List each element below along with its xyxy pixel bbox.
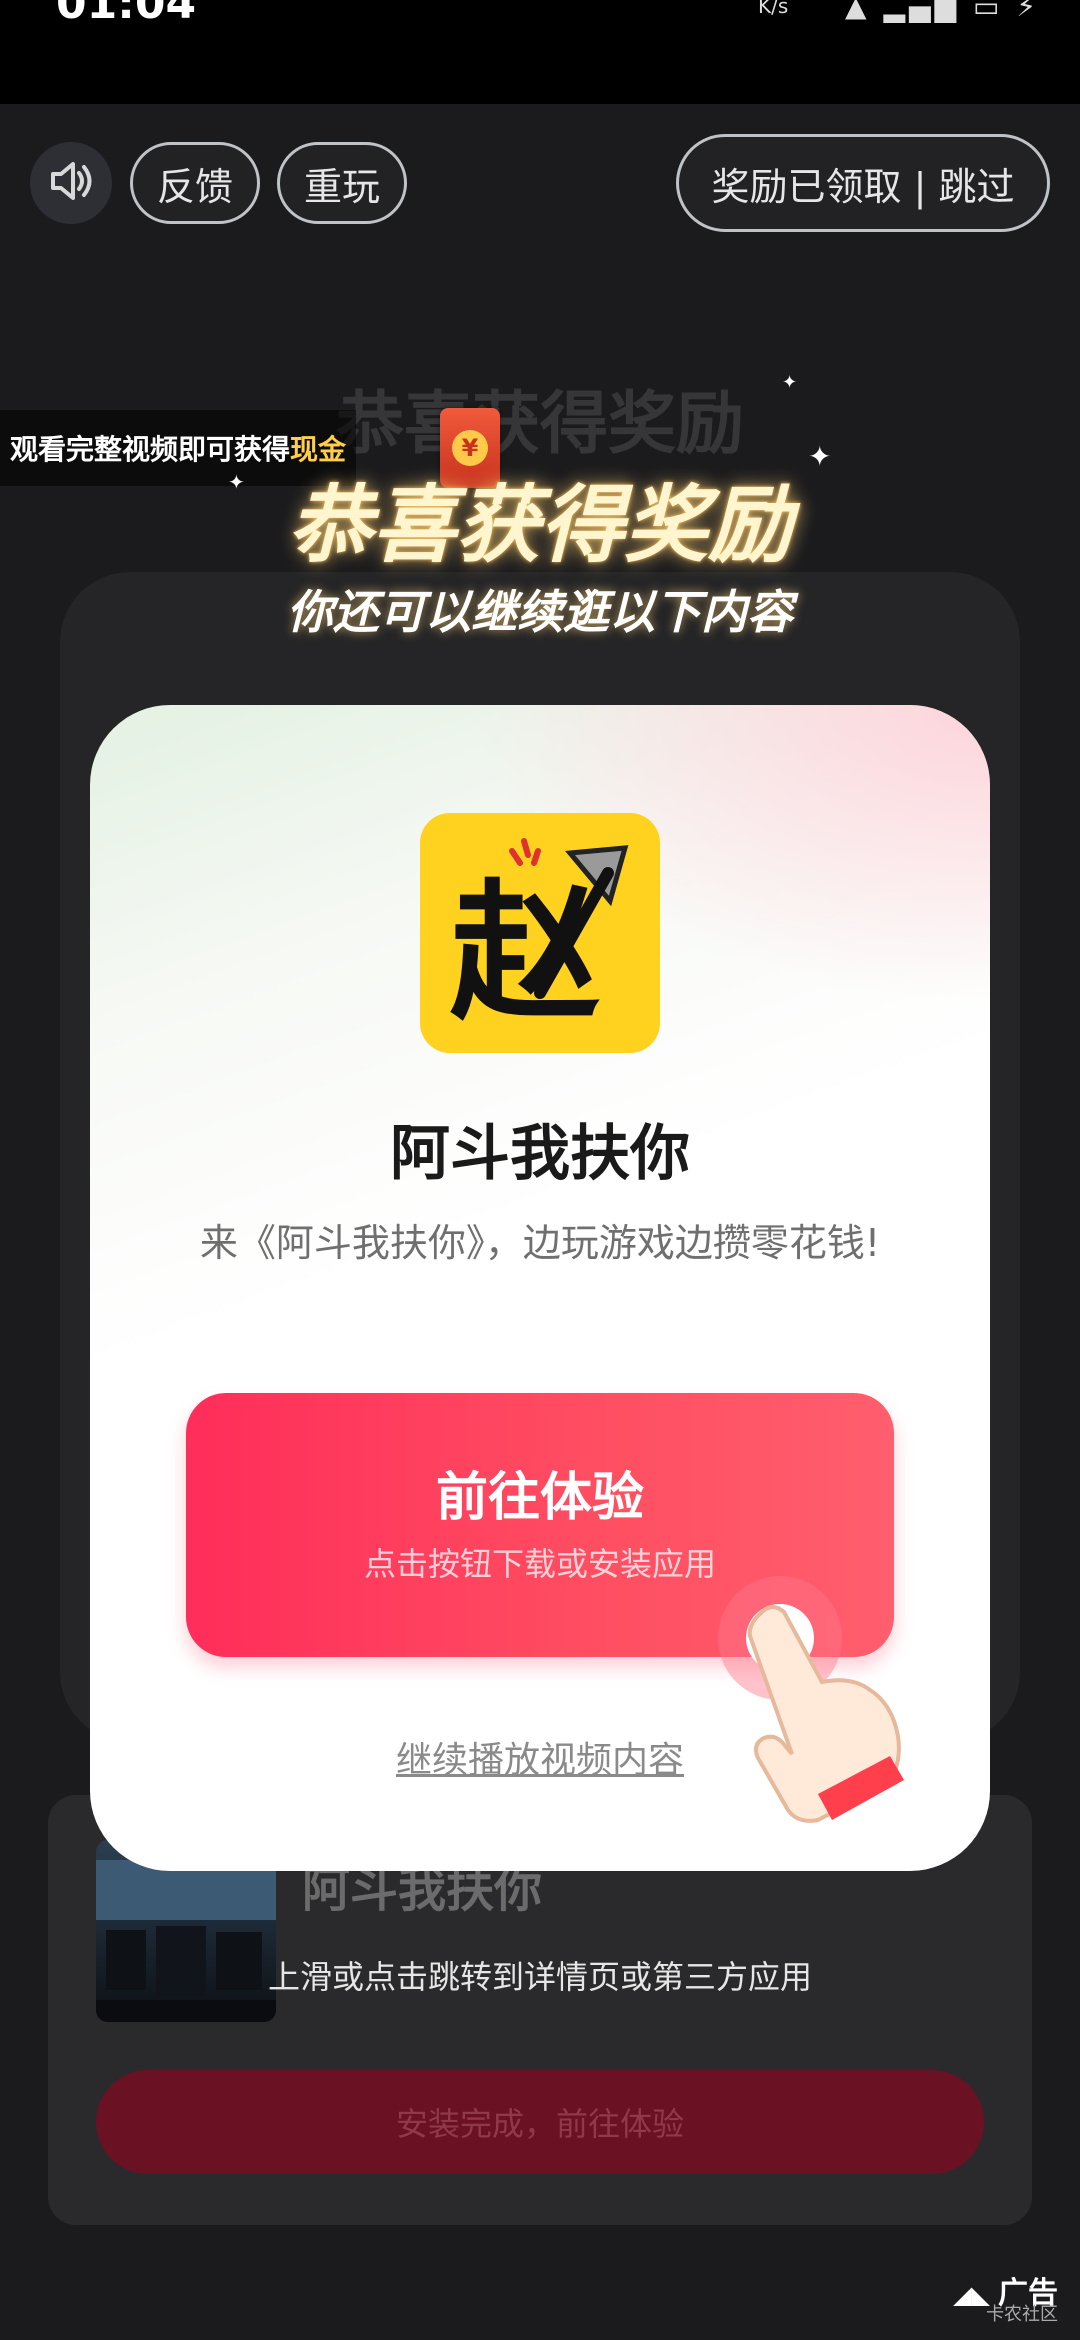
tap-hand-icon <box>690 1568 950 1828</box>
ad-swipe-hint: 上滑或点击跳转到详情页或第三方应用 <box>267 1958 812 1996</box>
watermark: 卡农社区 <box>986 2304 1058 2325</box>
feedback-button[interactable]: 反馈 <box>130 142 260 224</box>
status-bar: 01:04 K/s ▲ ▂▄▆ ▭ ⚡ <box>0 0 1080 104</box>
congrats-subtitle: 你还可以继续逛以下内容 <box>287 585 793 639</box>
sound-button[interactable] <box>30 142 112 224</box>
app-description: 来《阿斗我扶你》，边玩游戏边攒零花钱! <box>199 1221 881 1265</box>
app-icon[interactable]: 赵 <box>420 813 660 1053</box>
sparkle-icon: ✦ <box>782 372 798 393</box>
sparkle-icon: ✦ <box>808 440 832 473</box>
skip-button[interactable]: 奖励已领取 | 跳过 <box>676 134 1050 232</box>
try-now-label: 前往体验 <box>435 1468 644 1528</box>
app-icon-glyph: 赵 <box>450 867 600 1041</box>
replay-button[interactable]: 重玩 <box>277 142 407 224</box>
ad-logo-icon: ◢◣ <box>953 2281 990 2309</box>
status-icons: ▲ ▂▄▆ ▭ ⚡ <box>845 0 1040 23</box>
speaker-icon <box>43 153 99 213</box>
status-time: 01:04 <box>56 0 197 29</box>
congrats-title: 恭喜获得奖励 <box>287 476 792 574</box>
network-speed: K/s <box>758 0 789 18</box>
install-complete-button[interactable]: 安装完成，前往体验 <box>96 2070 984 2174</box>
sparkle-icon: ✦ <box>228 470 245 494</box>
app-name: 阿斗我扶你 <box>390 1119 690 1189</box>
